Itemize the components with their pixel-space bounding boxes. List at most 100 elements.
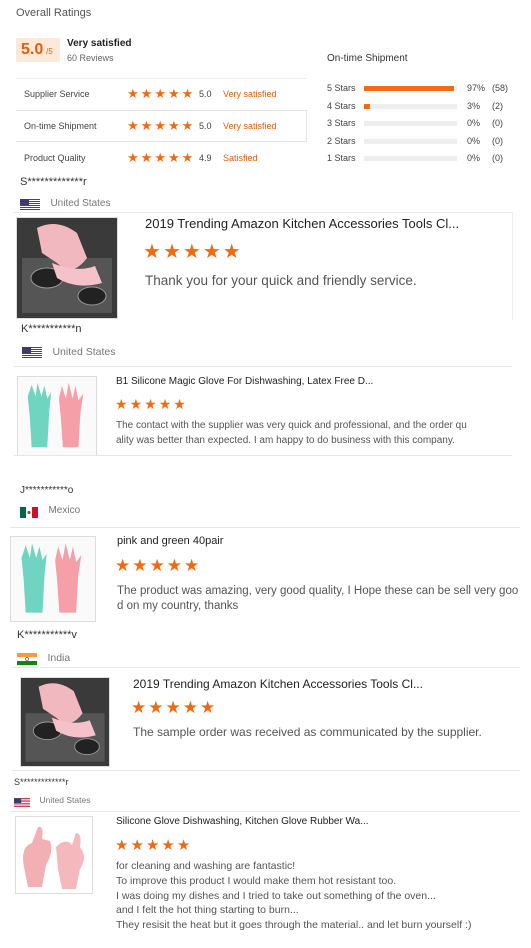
divider: [512, 212, 513, 320]
shipment-bar-row: 3 Stars 0% (0): [327, 118, 527, 130]
product-title[interactable]: B1 Silicone Magic Glove For Dishwashing,…: [116, 376, 416, 387]
review-stars: ★ ★ ★ ★ ★: [131, 699, 217, 718]
product-title[interactable]: 2019 Trending Amazon Kitchen Accessories…: [133, 677, 453, 691]
product-thumbnail[interactable]: [15, 816, 93, 894]
product-title[interactable]: pink and green 40pair: [117, 535, 417, 547]
star-icon: ★: [184, 556, 200, 575]
review-stars: ★ ★ ★ ★ ★: [115, 557, 201, 576]
reviewer-name: K***********v: [17, 629, 77, 641]
product-thumbnail[interactable]: [17, 376, 97, 456]
star-icon: ★: [161, 837, 175, 854]
star-icon: ★: [140, 86, 153, 101]
bar-percent: 97%: [467, 83, 486, 93]
bar-percent: 0%: [467, 153, 481, 163]
shipment-bar-row: 1 Stars 0% (0): [327, 153, 527, 165]
bar-track: [364, 138, 457, 144]
us-flag-icon: [20, 198, 40, 216]
bar-label: 2 Stars: [327, 135, 356, 146]
divider: [14, 212, 512, 213]
star-icon: ★: [181, 118, 194, 133]
star-icon: ★: [115, 837, 129, 854]
divider: [14, 455, 512, 456]
review-stars: ★ ★ ★ ★ ★: [143, 242, 243, 263]
star-icon: ★: [129, 396, 143, 412]
bar-percent: 0%: [467, 135, 481, 146]
review-comment: The sample order was received as communi…: [133, 725, 482, 739]
metric-stars: ★ ★ ★ ★ ★: [127, 149, 195, 167]
bar-count: (2): [492, 100, 503, 111]
metric-score: 4.9: [199, 153, 212, 163]
reviewer-name: S*************r: [14, 777, 69, 787]
bar-label: 5 Stars: [327, 83, 356, 93]
star-icon: ★: [143, 241, 161, 263]
bar-track: [364, 86, 457, 91]
overall-score-suffix: /5: [46, 47, 53, 56]
country-name: Mexico: [48, 505, 81, 516]
review-comment: for cleaning and washing are fantastic! …: [116, 860, 472, 932]
metric-text: Very satisfied: [223, 121, 277, 131]
divider: [10, 527, 520, 528]
metric-label: On-time Shipment: [24, 121, 97, 131]
review-stars: ★ ★ ★ ★ ★: [115, 837, 192, 855]
star-icon: ★: [176, 837, 191, 854]
reviewer-country: Mexico: [20, 505, 80, 528]
divider: [12, 770, 520, 771]
star-icon: ★: [154, 118, 166, 133]
star-icon: ★: [145, 837, 160, 854]
product-thumbnail[interactable]: [16, 217, 118, 319]
star-icon: ★: [130, 837, 144, 854]
bar-percent: 0%: [467, 118, 481, 128]
star-icon: ★: [202, 241, 221, 263]
metric-score: 5.0: [199, 89, 212, 99]
product-title[interactable]: Silicone Glove Dishwashing, Kitchen Glov…: [116, 816, 416, 827]
country-name: India: [47, 652, 71, 664]
reviewer-name: S*************r: [20, 176, 87, 188]
review-comment: The product was amazing, very good quali…: [117, 585, 519, 612]
shipment-title: On-time Shipment: [327, 53, 408, 64]
star-icon: ★: [127, 86, 139, 101]
bar-fill: [364, 103, 370, 109]
star-icon: ★: [132, 556, 148, 575]
metric-stars: ★ ★ ★ ★ ★: [127, 85, 195, 103]
review-stars: ★ ★ ★ ★ ★: [115, 396, 188, 414]
star-icon: ★: [182, 241, 201, 263]
star-icon: ★: [166, 556, 182, 575]
metric-supplier-service: Supplier Service ★ ★ ★ ★ ★ 5.0 Very satisfie…: [16, 78, 306, 109]
star-icon: ★: [149, 556, 165, 575]
star-icon: ★: [127, 150, 139, 165]
review-comment: Thank you for your quick and friendly se…: [145, 273, 417, 288]
star-icon: ★: [154, 86, 166, 101]
metric-label: Product Quality: [24, 153, 86, 163]
bar-count: (0): [492, 135, 503, 146]
overall-score-badge: 5.0 /5: [16, 38, 60, 62]
divider: [12, 667, 520, 668]
star-icon: ★: [158, 396, 172, 412]
star-icon: ★: [148, 698, 164, 717]
star-icon: ★: [222, 241, 241, 263]
star-icon: ★: [154, 150, 166, 165]
star-icon: ★: [115, 396, 128, 412]
star-icon: ★: [165, 698, 181, 717]
bar-label: 3 Stars: [327, 118, 356, 128]
product-title[interactable]: 2019 Trending Amazon Kitchen Accessories…: [145, 216, 485, 231]
shipment-bar-row: 5 Stars 97% (58): [327, 83, 527, 95]
product-thumbnail[interactable]: [20, 677, 110, 767]
product-thumbnail[interactable]: [10, 536, 96, 622]
star-icon: ★: [167, 86, 180, 101]
star-icon: ★: [131, 698, 147, 717]
reviewer-country: United States: [14, 795, 90, 818]
star-icon: ★: [182, 698, 198, 717]
review-count: 60 Reviews: [67, 53, 114, 63]
star-icon: ★: [140, 118, 153, 133]
metric-text: Satisfied: [223, 153, 258, 163]
country-name: United States: [50, 198, 111, 209]
bar-fill: [364, 86, 455, 91]
divider: [14, 366, 512, 367]
metric-on-time-shipment[interactable]: On-time Shipment ★ ★ ★ ★ ★ 5.0 Very satisfie…: [16, 110, 307, 142]
bar-label: 1 Stars: [327, 153, 356, 163]
metric-label: Supplier Service: [24, 89, 90, 99]
star-icon: ★: [173, 396, 186, 412]
bar-track: [364, 103, 457, 109]
country-name: United States: [52, 346, 116, 358]
star-icon: ★: [140, 150, 153, 165]
